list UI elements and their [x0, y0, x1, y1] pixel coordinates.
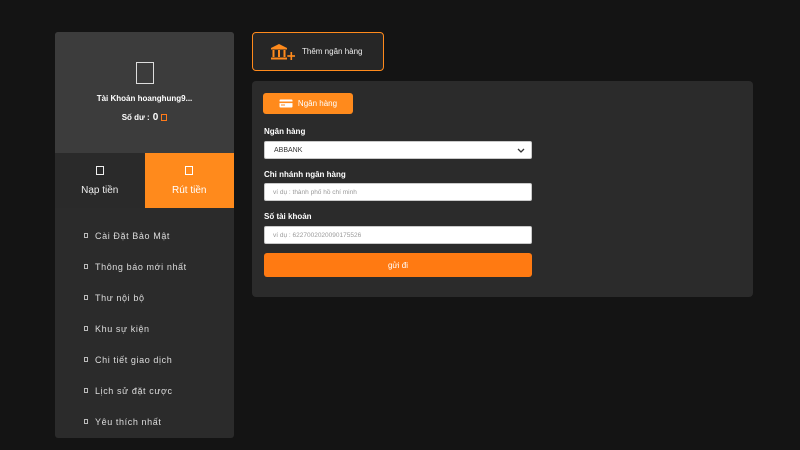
menu-item-label: Cài Đặt Bảo Mật — [95, 230, 171, 241]
balance-label: Số dư : — [121, 113, 150, 122]
bank-section-label: Ngân hàng — [297, 99, 338, 108]
account-number-field-label: Số tài khoản — [264, 212, 312, 221]
bank-plus-icon — [271, 43, 295, 60]
menu-item-internal-mail[interactable]: Thư nội bộ — [55, 282, 234, 313]
card-icon — [279, 99, 293, 108]
mail-icon — [84, 295, 88, 300]
account-number-input[interactable] — [264, 226, 532, 244]
menu-item-label: Thư nội bộ — [95, 292, 145, 303]
bell-icon — [84, 264, 88, 269]
bank-select[interactable]: ABBANK — [264, 141, 532, 159]
menu-item-favorites[interactable]: Yêu thích nhất — [55, 406, 234, 437]
avatar-icon — [135, 62, 154, 84]
branch-input[interactable] — [264, 183, 532, 201]
balance-value: 0 — [152, 112, 159, 123]
bank-field-label: Ngân hàng — [264, 127, 306, 136]
menu-item-bet-history[interactable]: Lịch sử đặt cược — [55, 375, 234, 406]
menu-item-label: Khu sự kiện — [95, 323, 150, 334]
account-sidebar: Tài Khoản hoanghung9... Số dư : 0 Nạp ti… — [55, 32, 234, 438]
bank-form-panel: Ngân hàng Ngân hàng ABBANK Chi nhánh ngâ… — [252, 81, 753, 297]
tab-deposit-label: Nạp tiền — [81, 184, 119, 196]
receipt-icon — [84, 357, 88, 362]
add-bank-button[interactable]: Thêm ngân hàng — [252, 32, 384, 71]
tab-withdraw-label: Rút tiền — [172, 184, 207, 196]
tab-withdraw[interactable]: Rút tiền — [144, 153, 234, 208]
lock-icon — [84, 233, 88, 238]
bank-select-value: ABBANK — [274, 146, 303, 154]
menu-item-label: Yêu thích nhất — [95, 416, 162, 427]
menu-item-label: Thông báo mới nhất — [95, 261, 187, 272]
add-bank-label: Thêm ngân hàng — [302, 47, 363, 56]
chevron-down-icon — [517, 148, 525, 153]
menu-item-transaction-details[interactable]: Chi tiết giao dịch — [55, 344, 234, 375]
account-name: Tài Khoản hoanghung9... — [96, 94, 193, 103]
menu-item-label: Lịch sử đặt cược — [95, 385, 173, 396]
account-menu: Cài Đặt Bảo Mật Thông báo mới nhất Thư n… — [55, 208, 234, 437]
account-card: Tài Khoản hoanghung9... Số dư : 0 — [55, 32, 234, 153]
submit-button[interactable]: gửi đi — [264, 253, 532, 277]
history-icon — [84, 388, 88, 393]
gift-icon — [84, 326, 88, 331]
menu-item-security-settings[interactable]: Cài Đặt Bảo Mật — [55, 220, 234, 251]
branch-field-label: Chi nhánh ngân hàng — [264, 170, 346, 179]
balance: Số dư : 0 — [55, 112, 234, 123]
heart-icon — [84, 419, 88, 424]
menu-item-latest-notifications[interactable]: Thông báo mới nhất — [55, 251, 234, 282]
menu-item-events[interactable]: Khu sự kiện — [55, 313, 234, 344]
transaction-tabs: Nạp tiền Rút tiền — [55, 153, 234, 208]
tab-deposit[interactable]: Nạp tiền — [55, 153, 145, 208]
menu-item-label: Chi tiết giao dịch — [95, 354, 173, 365]
withdraw-icon — [185, 165, 194, 175]
coin-icon — [161, 114, 168, 121]
bank-section-badge: Ngân hàng — [263, 93, 353, 114]
deposit-icon — [95, 165, 104, 175]
